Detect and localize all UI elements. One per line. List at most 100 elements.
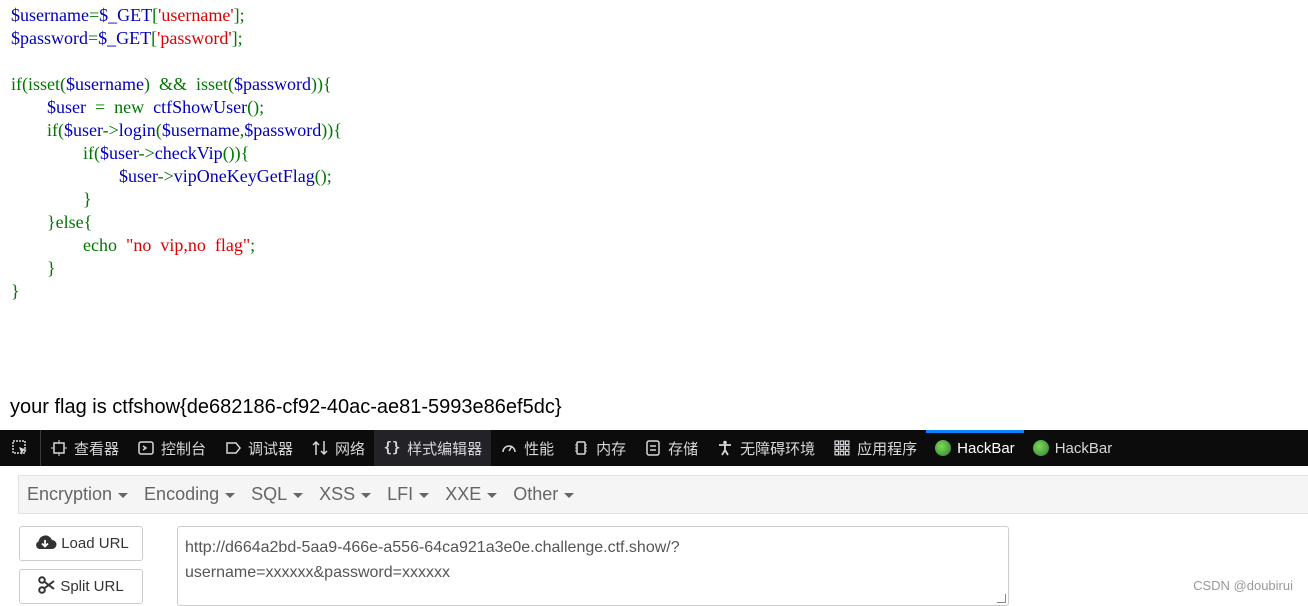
menu-encryption[interactable]: Encryption [19,484,136,505]
tab-console[interactable]: 控制台 [128,430,215,466]
hackbar-menu: Encryption Encoding SQL XSS LFI XXE Othe… [18,475,1308,514]
caret-down-icon [225,493,236,498]
code-token: $user [100,143,139,163]
code-token: } [11,281,20,301]
code-token: checkVip [154,143,223,163]
code-line: }else{ [11,211,342,234]
code-line: if($user->login($username,$password)){ [11,119,342,142]
code-line: echo "no vip,no flag"; [11,234,342,257]
code-token: $password [233,74,311,94]
tab-hackbar[interactable]: HackBar [1024,430,1122,466]
url-line: http://d664a2bd-5aa9-466e-a556-64ca921a3… [185,539,680,556]
code-token: = [88,5,100,25]
load-url-button[interactable]: Load URL [19,526,143,561]
code-line: $username=$_GET['username']; [11,4,342,27]
menu-label: Encoding [144,484,220,504]
code-token: $password [11,28,88,48]
scissors-icon [38,575,56,598]
devtools-toolbar: 查看器 控制台 调试器 网络 {} 样式编辑器 性能 内存 存储 无障碍环境 应用… [0,430,1308,466]
menu-label: LFI [387,484,414,504]
code-token: ]; [231,28,243,48]
tab-storage[interactable]: 存储 [635,430,707,466]
code-token: $username [161,120,240,140]
tab-network[interactable]: 网络 [302,430,374,466]
tab-style-editor[interactable]: {} 样式编辑器 [374,430,492,466]
code-token: )){ [321,120,342,140]
flag-output: your flag is ctfshow{de682186-cf92-40ac-… [10,396,562,418]
code-token: vipOneKeyGetFlag [173,166,315,186]
code-token: (); [314,166,332,186]
caret-down-icon [361,493,372,498]
code-token: if(isset( [11,74,66,94]
code-token: $username [11,5,89,25]
style-editor-icon: {} [383,440,401,456]
menu-label: Encryption [27,484,113,504]
code-token: ]; [233,5,245,25]
code-token: ; [250,235,256,255]
gauge-icon [500,439,518,457]
code-token: = [88,28,99,48]
code-token: = new [86,97,154,117]
tab-application[interactable]: 应用程序 [824,430,926,466]
menu-other[interactable]: Other [505,484,582,505]
network-icon [311,439,329,457]
code-token: ()){ [222,143,250,163]
element-picker-icon[interactable] [0,430,41,466]
tab-hackbar-active[interactable]: HackBar [926,430,1024,466]
console-icon [137,439,155,457]
memory-icon [572,439,590,457]
code-token: )){ [310,74,332,94]
menu-label: XXE [445,484,482,504]
menu-xss[interactable]: XSS [311,484,379,505]
code-token: $user [64,120,103,140]
code-token: $username [65,74,144,94]
code-line: } [11,280,342,303]
tab-label: HackBar [1054,439,1113,457]
tab-label: 查看器 [74,440,120,458]
code-token: }else{ [11,212,93,232]
code-line: if(isset($username) && isset($password))… [11,73,342,96]
url-line: username=xxxxxx&password=xxxxxx [185,564,450,581]
php-source-code: $username=$_GET['username']; $password=$_… [11,4,342,303]
menu-label: SQL [251,484,288,504]
caret-down-icon [118,493,129,498]
resize-handle-icon[interactable] [997,594,1006,603]
accessibility-icon [716,439,734,457]
tab-accessibility[interactable]: 无障碍环境 [707,430,824,466]
code-line: } [11,257,342,280]
grid-icon [833,439,851,457]
storage-icon [644,439,662,457]
menu-encoding[interactable]: Encoding [136,484,243,505]
code-token: } [11,189,92,209]
code-line: if($user->checkVip()){ [11,142,342,165]
tab-memory[interactable]: 内存 [563,430,635,466]
code-token: echo [11,235,126,255]
tab-label: 调试器 [248,440,294,458]
split-url-button[interactable]: Split URL [19,569,143,604]
tab-label: 存储 [668,440,699,458]
code-token: -> [157,166,174,186]
code-token: } [11,258,56,278]
tab-inspector[interactable]: 查看器 [41,430,128,466]
code-token: $user [47,97,86,117]
code-token: "no vip,no flag" [125,235,251,255]
button-label: Split URL [60,578,124,595]
hackbar-icon [935,440,952,456]
tab-label: HackBar [957,439,1015,457]
tab-performance[interactable]: 性能 [491,430,563,466]
caret-down-icon [293,493,304,498]
tab-debugger[interactable]: 调试器 [215,430,302,466]
url-textarea[interactable]: http://d664a2bd-5aa9-466e-a556-64ca921a3… [177,526,1009,606]
code-line: $user = new ctfShowUser(); [11,96,342,119]
tab-label: 网络 [335,440,366,458]
menu-lfi[interactable]: LFI [379,484,437,505]
menu-sql[interactable]: SQL [243,484,311,505]
code-token: -> [102,120,119,140]
code-token: ) && isset( [143,74,234,94]
tab-label: 控制台 [161,440,207,458]
debugger-icon [224,439,242,457]
tab-label: 性能 [524,440,555,458]
menu-xxe[interactable]: XXE [437,484,505,505]
